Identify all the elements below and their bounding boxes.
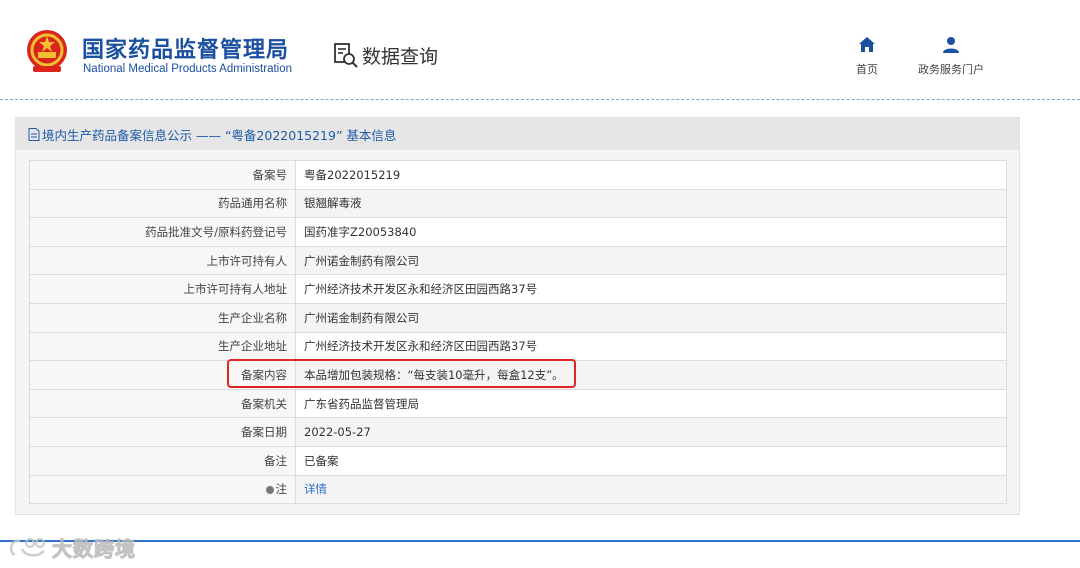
- row-label: 药品批准文号/原料药登记号: [29, 217, 296, 247]
- row-label: 生产企业地址: [29, 331, 296, 362]
- nav-gov-label: 政务服务门户: [918, 63, 984, 76]
- user-icon: [943, 37, 959, 53]
- table-row: 备案号 粤备2022015219: [29, 160, 1007, 190]
- panel-title: 境内生产药品备案信息公示 —— “粤备2022015219” 基本信息: [42, 127, 397, 143]
- watermark-logo-icon: [9, 537, 45, 556]
- table-row: 上市许可持有人地址 广州经济技术开发区永和经济区田园西路37号: [29, 274, 1007, 304]
- nav-home[interactable]: 首页: [848, 36, 886, 77]
- table-row: 生产企业名称 广州诺金制药有限公司: [29, 302, 1007, 333]
- row-label: 备案号: [29, 160, 296, 190]
- table-row: 上市许可持有人 广州诺金制药有限公司: [29, 245, 1007, 276]
- row-value: 详情: [295, 474, 1007, 505]
- note-label: 注: [275, 482, 288, 497]
- row-value: 国药准字Z20053840: [295, 217, 1007, 247]
- document-search-icon: [334, 43, 358, 68]
- agency-name-en: National Medical Products Administration: [83, 63, 293, 75]
- table-row: 生产企业地址 广州经济技术开发区永和经济区田园西路37号: [29, 331, 1007, 362]
- watermark-text: 大数跨境: [52, 537, 136, 562]
- row-value: 已备案: [295, 445, 1007, 476]
- footer-bar: [0, 540, 1080, 568]
- row-value: 广州经济技术开发区永和经济区田园西路37号: [295, 274, 1007, 304]
- row-value: 广州诺金制药有限公司: [295, 245, 1007, 276]
- table-row: 备案日期 2022-05-27: [29, 417, 1007, 447]
- table-row: 备注 已备案: [29, 445, 1007, 476]
- row-value: 广东省药品监督管理局: [295, 388, 1007, 419]
- row-label: 上市许可持有人地址: [29, 274, 296, 304]
- table-row: 药品通用名称 银翘解毒液: [29, 188, 1007, 219]
- row-value: 广州诺金制药有限公司: [295, 302, 1007, 333]
- row-value: 本品增加包装规格：“每支装10毫升，每盒12支”。: [295, 360, 1007, 390]
- row-label: 备案内容: [29, 360, 296, 390]
- data-query-title: 数据查询: [332, 40, 438, 70]
- site-header: 国家药品监督管理局 National Medical Products Admi…: [0, 0, 1080, 100]
- document-icon: [28, 127, 40, 141]
- table-row: 备案内容 本品增加包装规格：“每支装10毫升，每盒12支”。: [29, 360, 1007, 390]
- watermark: 大数跨境: [8, 533, 136, 562]
- row-label: 上市许可持有人: [29, 245, 296, 276]
- agency-name-cn: 国家药品监督管理局: [82, 38, 290, 63]
- row-label: 备案日期: [29, 417, 296, 447]
- nav-home-label: 首页: [856, 63, 878, 76]
- nav-gov-portal[interactable]: 政务服务门户: [910, 36, 992, 77]
- row-value: 粤备2022015219: [295, 160, 1007, 190]
- table-row: 注 详情: [29, 474, 1007, 505]
- row-label: 生产企业名称: [29, 302, 296, 333]
- details-link[interactable]: 详情: [304, 482, 327, 496]
- pin-icon: [265, 485, 274, 494]
- row-value: 2022-05-27: [295, 417, 1007, 447]
- row-label: 备案机关: [29, 388, 296, 419]
- row-value: 银翘解毒液: [295, 188, 1007, 219]
- row-label: 药品通用名称: [29, 188, 296, 219]
- table-row: 备案机关 广东省药品监督管理局: [29, 388, 1007, 419]
- row-value: 广州经济技术开发区永和经济区田园西路37号: [295, 331, 1007, 362]
- row-label: 备注: [29, 445, 296, 476]
- row-label: 注: [29, 474, 296, 505]
- national-emblem-icon: [27, 30, 67, 72]
- header-divider: [0, 99, 1080, 100]
- home-icon: [859, 37, 875, 52]
- record-info-table: 备案号 粤备2022015219 药品通用名称 银翘解毒液 药品批准文号/原料药登记…: [29, 160, 1007, 505]
- table-row: 药品批准文号/原料药登记号 国药准字Z20053840: [29, 217, 1007, 247]
- panel-title-bar: 境内生产药品备案信息公示 —— “粤备2022015219” 基本信息: [16, 118, 1019, 150]
- record-panel: 境内生产药品备案信息公示 —— “粤备2022015219” 基本信息 备案号粤…: [15, 117, 1020, 515]
- section-title: 数据查询: [362, 45, 439, 68]
